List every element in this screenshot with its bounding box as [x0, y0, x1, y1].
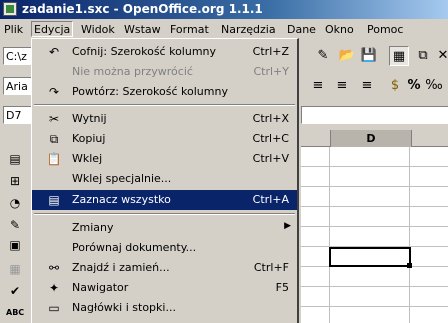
- navigator-icon: ✦: [48, 281, 60, 295]
- menu-item-label: Zaznacz wszystko: [72, 193, 171, 206]
- cut-icon: ✂: [48, 112, 60, 126]
- grid-line: [301, 306, 448, 307]
- menu-item-label: Nawigator: [72, 281, 129, 294]
- abc-icon[interactable]: ABC: [6, 304, 24, 322]
- title-bar: zadanie1.sxc - OpenOffice.org 1.1.1: [0, 0, 448, 19]
- menu-item-label: Nagłówki i stopki...: [72, 301, 176, 314]
- formula-input[interactable]: [301, 106, 448, 124]
- menu-item-label: Wytnij: [72, 112, 107, 125]
- grid-line: [301, 186, 448, 187]
- copy-icon: ⧉: [49, 132, 59, 146]
- menu-plik[interactable]: Plik: [4, 23, 23, 36]
- menu-item-shortcut: Ctrl+X: [252, 112, 289, 125]
- grid-line: [301, 286, 448, 287]
- selected-cell-d7[interactable]: [329, 247, 412, 268]
- cell-reference-field[interactable]: D7: [3, 106, 33, 124]
- menu-item-undo[interactable]: ↶ Cofnij: Szerokość kolumny Ctrl+Z: [32, 42, 297, 62]
- undo-icon: ↶: [48, 45, 60, 59]
- menu-item-label: Porównaj dokumenty...: [72, 241, 197, 254]
- menu-item-label: Wklej: [72, 152, 103, 165]
- menu-item-shortcut: Ctrl+Z: [252, 45, 289, 58]
- menu-item-shortcut: Ctrl+A: [252, 193, 289, 206]
- draw-icon[interactable]: ✎: [6, 216, 24, 234]
- header-footer-icon: ▭: [48, 301, 60, 315]
- edit-menu: ↶ Cofnij: Szerokość kolumny Ctrl+Z Nie m…: [31, 38, 299, 323]
- autoformat-icon[interactable]: ▦: [6, 260, 24, 278]
- chart-icon[interactable]: ◔: [6, 194, 24, 212]
- grid-line: [301, 206, 448, 207]
- edit-file-icon[interactable]: ✎: [313, 46, 333, 66]
- menu-item-label: Znajdź i zamień...: [72, 261, 170, 274]
- menu-item-label: Nie można przywrócić: [72, 65, 193, 78]
- menu-item-headers-footers[interactable]: ▭ Nagłówki i stopki...: [32, 298, 297, 318]
- menu-item-compare[interactable]: Porównaj dokumenty...: [32, 238, 297, 258]
- menu-item-label: Kopiuj: [72, 132, 106, 145]
- number-format-icon[interactable]: ‰: [424, 76, 444, 96]
- menu-item-shortcut: Ctrl+F: [253, 261, 289, 274]
- submenu-arrow-icon: ▶: [284, 221, 291, 231]
- menu-format[interactable]: Format: [170, 23, 209, 36]
- url-field[interactable]: C:\z: [3, 47, 33, 65]
- menu-item-select-all[interactable]: ▤ Zaznacz wszystko Ctrl+A: [32, 190, 297, 210]
- form-icon[interactable]: ▣: [6, 236, 24, 254]
- select-all-icon: ▤: [48, 193, 60, 207]
- align-right-icon[interactable]: ≡: [357, 76, 377, 96]
- insert-cells-icon[interactable]: ⊞: [6, 172, 24, 190]
- delete-icon[interactable]: ✕: [433, 46, 448, 66]
- copy-doc-icon[interactable]: ⧉: [413, 46, 433, 66]
- repeat-icon: ↷: [48, 85, 60, 99]
- menu-separator: [34, 213, 295, 215]
- menu-item-changes[interactable]: Zmiany ▶: [32, 218, 297, 238]
- grid-line: [329, 147, 330, 323]
- menu-wstaw[interactable]: Wstaw: [124, 23, 161, 36]
- column-header-d[interactable]: D: [330, 130, 412, 147]
- menu-item-redo[interactable]: Nie można przywrócić Ctrl+Y: [32, 62, 297, 82]
- app-icon[interactable]: [3, 2, 17, 16]
- open-folder-icon[interactable]: 📂: [337, 46, 357, 66]
- currency-icon[interactable]: $: [385, 76, 405, 96]
- menu-bar: Plik Edycja Widok Wstaw Format Narzędzia…: [0, 20, 448, 40]
- spellcheck-icon[interactable]: ✔: [6, 282, 24, 300]
- paste-icon: 📋: [46, 152, 62, 166]
- insert-icon[interactable]: ▤: [6, 150, 24, 168]
- font-name-field[interactable]: Aria: [3, 77, 33, 95]
- grid-line: [409, 147, 410, 323]
- menu-item-shortcut: Ctrl+Y: [253, 65, 289, 78]
- menu-item-shortcut: Ctrl+V: [252, 152, 289, 165]
- menu-item-find-replace[interactable]: ⚯ Znajdź i zamień... Ctrl+F: [32, 258, 297, 278]
- menu-dane[interactable]: Dane: [287, 23, 316, 36]
- edit-mode-icon[interactable]: ▦: [389, 46, 409, 66]
- menu-separator: [34, 104, 295, 106]
- menu-item-paste[interactable]: 📋 Wklej Ctrl+V: [32, 149, 297, 169]
- save-icon[interactable]: 💾: [359, 46, 379, 66]
- menu-item-paste-special[interactable]: Wklej specjalnie...: [32, 169, 297, 189]
- menu-item-cut[interactable]: ✂ Wytnij Ctrl+X: [32, 109, 297, 129]
- menu-widok[interactable]: Widok: [81, 23, 115, 36]
- menu-narzedzia[interactable]: Narzędzia: [221, 23, 276, 36]
- menu-item-shortcut: Ctrl+C: [252, 132, 289, 145]
- menu-item-copy[interactable]: ⧉ Kopiuj Ctrl+C: [32, 129, 297, 149]
- percent-icon[interactable]: %: [404, 76, 424, 96]
- align-left-icon[interactable]: ≡: [308, 76, 328, 96]
- menu-item-navigator[interactable]: ✦ Nawigator F5: [32, 278, 297, 298]
- menu-edycja[interactable]: Edycja: [31, 21, 74, 37]
- main-toolbar: ▤ ⊞ ◔ ✎ ▣ ▦ ✔ ABC: [0, 148, 30, 323]
- binoculars-icon: ⚯: [48, 261, 60, 275]
- menu-item-repeat[interactable]: ↷ Powtórz: Szerokość kolumny: [32, 82, 297, 102]
- align-center-icon[interactable]: ≡: [332, 76, 352, 96]
- menu-item-label: Powtórz: Szerokość kolumny: [72, 85, 228, 98]
- column-header-row: D: [301, 130, 448, 147]
- menu-item-label: Zmiany: [72, 221, 114, 234]
- grid-line: [301, 226, 448, 227]
- menu-pomoc[interactable]: Pomoc: [367, 23, 403, 36]
- menu-item-shortcut: F5: [275, 281, 289, 294]
- menu-item-label: Cofnij: Szerokość kolumny: [72, 45, 217, 58]
- window-title: zadanie1.sxc - OpenOffice.org 1.1.1: [22, 2, 263, 16]
- grid-line: [301, 166, 448, 167]
- menu-okno[interactable]: Okno: [325, 23, 354, 36]
- menu-item-label: Wklej specjalnie...: [72, 172, 172, 185]
